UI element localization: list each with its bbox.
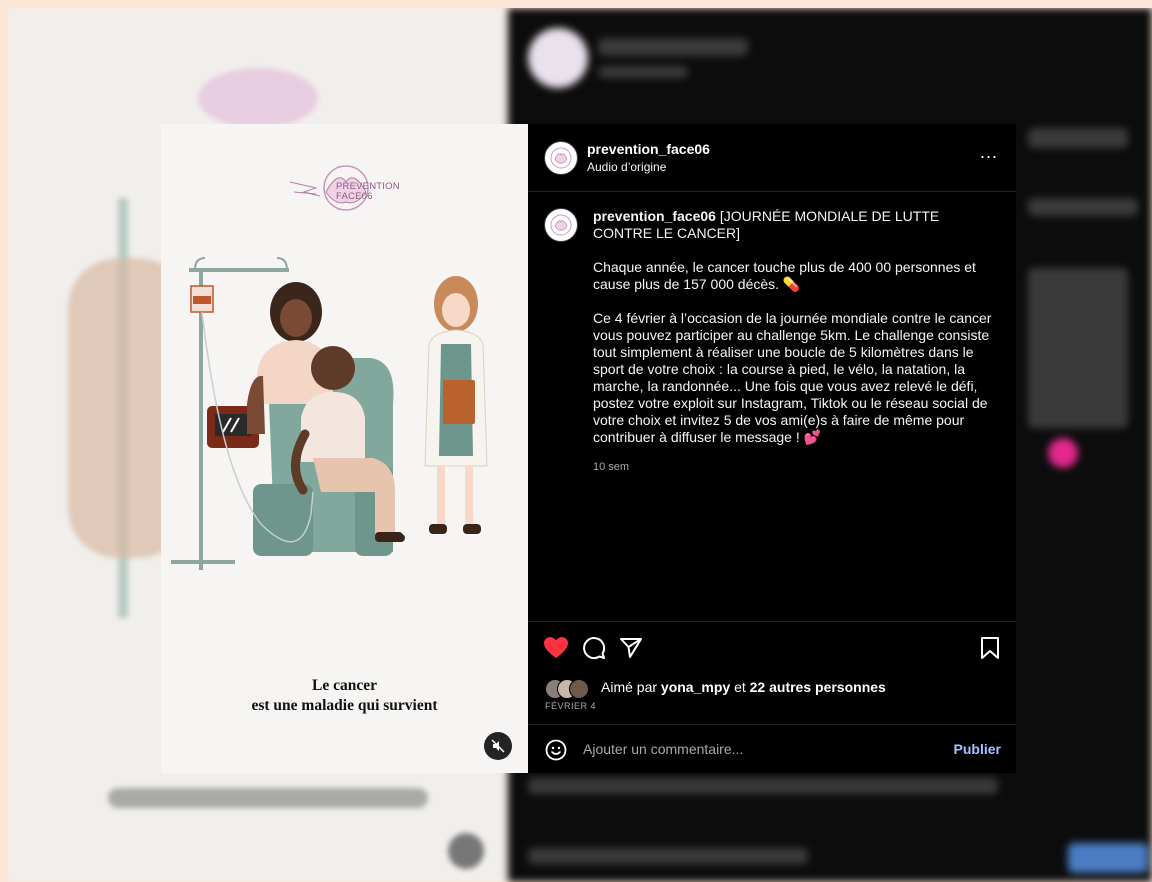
- backdrop-dot: [1048, 438, 1078, 468]
- likes-prefix: Aimé par: [601, 679, 658, 695]
- likes-summary[interactable]: Aimé par yona_mpy et 22 autres personnes: [601, 679, 886, 695]
- post-panel: prevention_face06 Audio d’origine ... pr…: [528, 124, 1016, 773]
- bookmark-icon[interactable]: [979, 636, 1001, 660]
- audio-label[interactable]: Audio d’origine: [587, 160, 666, 174]
- comment-input[interactable]: Ajouter un commentaire...: [583, 741, 743, 757]
- backdrop-bar: [1028, 128, 1128, 148]
- comment-row: Ajouter un commentaire... Publier: [528, 724, 1016, 774]
- caption-username[interactable]: prevention_face06: [593, 208, 716, 224]
- author-avatar[interactable]: [544, 141, 578, 175]
- backdrop-text: [108, 788, 428, 808]
- publish-button[interactable]: Publier: [954, 741, 1001, 757]
- backdrop-bar: [528, 778, 998, 794]
- caption-paragraph-2: Ce 4 février à l’occasion de la journée …: [593, 310, 992, 445]
- header-username[interactable]: prevention_face06: [587, 141, 710, 157]
- backdrop-logo: [198, 68, 318, 128]
- backdrop-bar: [528, 848, 808, 864]
- share-icon[interactable]: [619, 636, 643, 660]
- illustration: [171, 257, 488, 570]
- backdrop-avatar: [528, 28, 588, 88]
- caption-avatar[interactable]: [544, 208, 578, 242]
- post-modal: PREVENTION FACE06 Le cancer est une mala…: [161, 124, 1016, 773]
- more-icon[interactable]: ...: [980, 142, 998, 163]
- post-media[interactable]: PREVENTION FACE06 Le cancer est une mala…: [161, 124, 528, 773]
- avatar-logo-icon: [550, 214, 572, 236]
- post-caption: prevention_face06 [JOURNÉE MONDIALE DE L…: [593, 208, 993, 446]
- backdrop-mute: [448, 833, 484, 869]
- mute-button[interactable]: [484, 732, 512, 760]
- avatar-logo-icon: [550, 147, 572, 169]
- caption-paragraph-1: Chaque année, le cancer touche plus de 4…: [593, 259, 976, 292]
- backdrop-bar: [598, 38, 748, 56]
- heart-icon[interactable]: [543, 636, 569, 660]
- brand-line2: FACE06: [336, 191, 373, 202]
- backdrop-bar: [1028, 198, 1138, 216]
- media-caption: Le cancer est une maladie qui survient: [161, 676, 528, 716]
- comment-icon[interactable]: [582, 636, 606, 660]
- post-header: prevention_face06 Audio d’origine ...: [528, 124, 1016, 192]
- emoji-icon[interactable]: [545, 739, 567, 761]
- media-caption-line2: est une maladie qui survient: [251, 697, 438, 714]
- backdrop-bar: [1028, 268, 1128, 428]
- time-ago[interactable]: 10 sem: [593, 461, 629, 473]
- brand-text: PREVENTION FACE06: [336, 182, 400, 202]
- likes-rest[interactable]: 22 autres personnes: [750, 679, 886, 695]
- likes-user[interactable]: yona_mpy: [661, 679, 730, 695]
- media-caption-line1: Le cancer: [312, 677, 377, 694]
- mute-icon: [491, 739, 505, 753]
- backdrop-pill: [1068, 843, 1148, 873]
- liker-avatar: [569, 679, 589, 699]
- likes-and: et: [734, 679, 746, 695]
- liker-avatars[interactable]: [545, 679, 597, 699]
- post-date: FÉVRIER 4: [545, 701, 597, 711]
- backdrop-bar: [598, 66, 688, 78]
